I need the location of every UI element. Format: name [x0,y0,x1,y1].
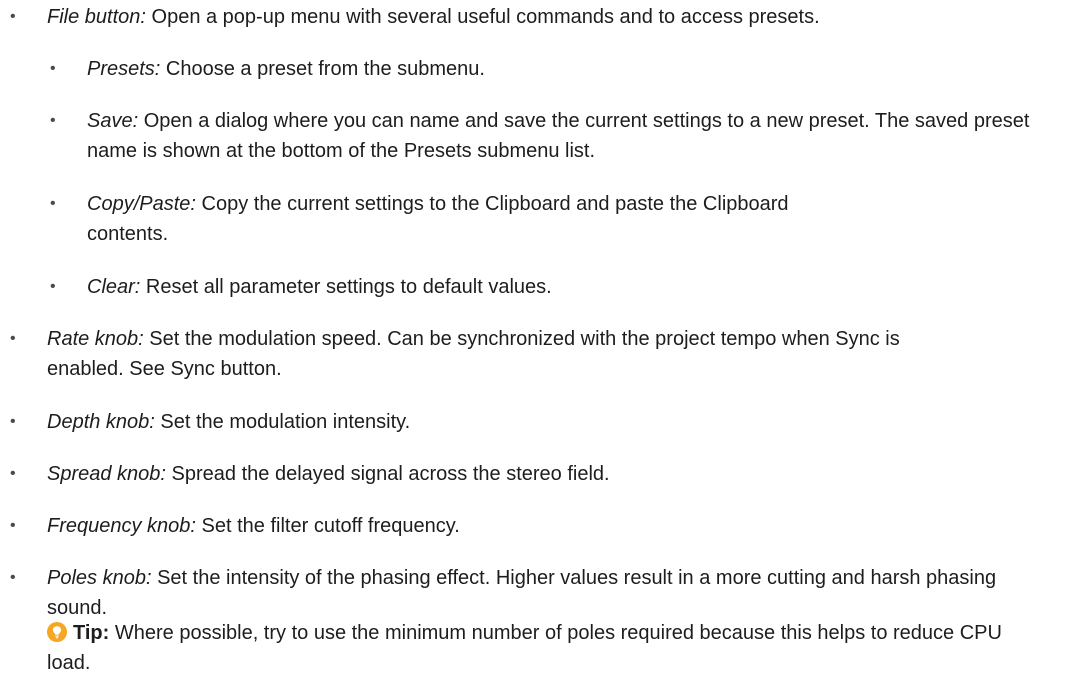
bullet: • [10,330,16,347]
item-term: Copy/Paste: [87,193,196,215]
bullet: • [50,60,56,77]
item-term: Rate knob: [47,328,144,350]
item-term: Save: [87,110,139,132]
tip-note: Tip: Where possible, try to use the mini… [0,618,1007,678]
bullet: • [10,569,16,586]
list-item-depth-knob: • Depth knob: Set the modulation intensi… [0,407,1080,437]
item-term: Spread knob: [47,463,166,485]
bullet: • [10,8,16,25]
list-item-frequency-knob: • Frequency knob: Set the filter cutoff … [0,511,1080,541]
item-term: Clear: [87,276,141,298]
bullet: • [50,195,56,212]
item-term: Poles knob: [47,567,152,589]
item-text: Reset all parameter settings to default … [140,276,552,298]
item-text: Set the modulation speed. Can be synchro… [47,328,900,380]
list-item-copy-paste: • Copy/Paste: Copy the current settings … [0,189,857,249]
item-term: Presets: [87,58,161,80]
item-term: Frequency knob: [47,515,196,537]
bullet: • [10,413,16,430]
list-item-spread-knob: • Spread knob: Spread the delayed signal… [0,459,1080,489]
lightbulb-icon [47,621,67,642]
list-item-rate-knob: • Rate knob: Set the modulation speed. C… [0,324,927,384]
list-item-poles-knob: • Poles knob: Set the intensity of the p… [0,563,1007,623]
bullet: • [50,278,56,295]
list-item-file-button: • File button: Open a pop-up menu with s… [0,2,1080,32]
list-item-save: • Save: Open a dialog where you can name… [0,106,1037,166]
item-text: Set the intensity of the phasing effect.… [47,567,997,619]
item-term: File button: [47,6,146,28]
list-item-clear: • Clear: Reset all parameter settings to… [0,272,1080,302]
tip-text: Where possible, try to use the minimum n… [47,622,1002,674]
tip-label: Tip: [73,622,110,644]
item-term: Depth knob: [47,411,155,433]
list-item-presets: • Presets: Choose a preset from the subm… [0,54,1080,84]
item-text: Set the modulation intensity. [154,411,411,433]
item-text: Spread the delayed signal across the ste… [165,463,610,485]
bullet: • [10,517,16,534]
item-text: Set the filter cutoff frequency. [195,515,460,537]
bullet: • [50,112,56,129]
bullet: • [10,465,16,482]
item-text: Choose a preset from the submenu. [160,58,485,80]
item-text: Open a pop-up menu with several useful c… [145,6,820,28]
item-text: Open a dialog where you can name and sav… [87,110,1030,162]
